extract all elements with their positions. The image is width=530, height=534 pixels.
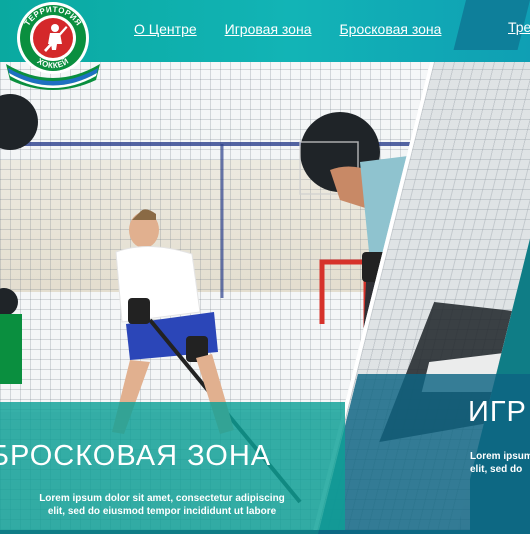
nav-item-shooting-zone[interactable]: Бросковая зона <box>339 21 441 37</box>
main-nav: О Центре Игровая зона Бросковая зона <box>134 21 441 37</box>
nav-item-about[interactable]: О Центре <box>134 21 197 37</box>
nav-item-game-zone[interactable]: Игровая зона <box>225 21 312 37</box>
partial-player-left <box>0 94 38 384</box>
logo[interactable]: ТЕРРИТОРИЯ ХОККЕЙ <box>4 0 102 90</box>
nav-item-training[interactable]: Тре <box>508 19 530 35</box>
slide-description-game-zone: Lorem ipsum elit, sed do <box>470 451 530 475</box>
slide-title-game-zone: ИГР <box>468 396 527 428</box>
slide-description-shooting-zone: Lorem ipsum dolor sit amet, consectetur … <box>39 493 285 517</box>
slide-title-shooting-zone: БРОСКОВАЯ ЗОНА <box>0 440 272 472</box>
